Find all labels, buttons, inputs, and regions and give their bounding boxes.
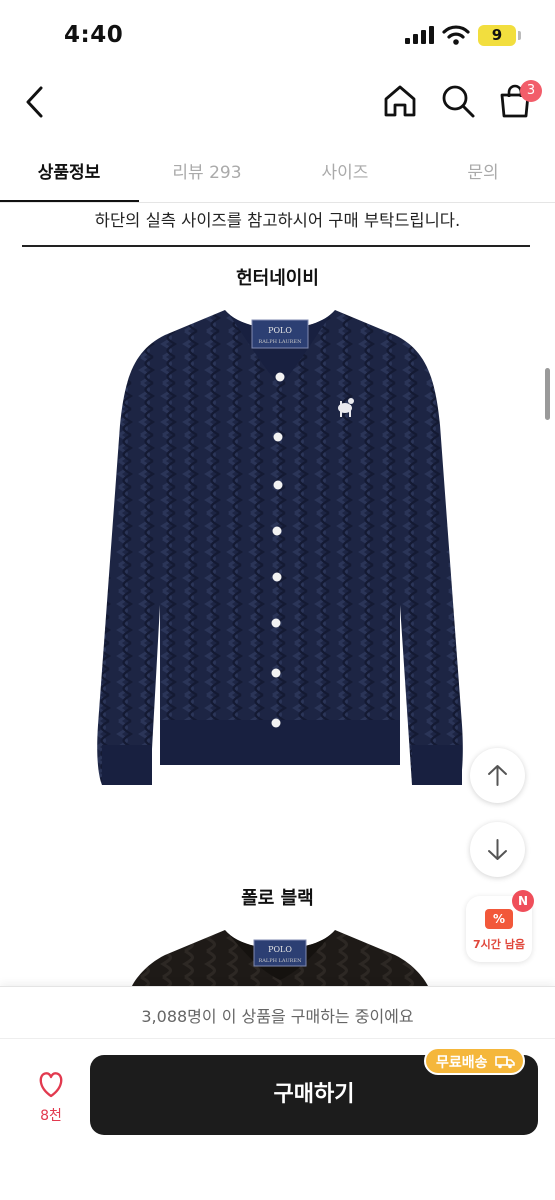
coupon-time-left: 7시간 남음 (473, 938, 525, 951)
scrollbar[interactable] (545, 368, 550, 420)
status-time: 4:40 (64, 22, 124, 48)
section-rule (22, 245, 530, 247)
scroll-top-button[interactable] (470, 748, 525, 803)
free-shipping-badge: 무료배송 (424, 1047, 526, 1075)
coupon-widget[interactable]: N % 7시간 남음 (466, 890, 534, 962)
search-icon[interactable] (440, 82, 476, 120)
tab-product-info[interactable]: 상품정보 (0, 158, 138, 183)
tab-bar: 상품정보 리뷰 293 사이즈 문의 (0, 148, 555, 204)
heart-icon (39, 1072, 63, 1098)
buyers-count-text: 3,088명이 이 상품을 구매하는 중이에요 (141, 1007, 414, 1026)
coupon-icon: % (485, 909, 513, 929)
arrow-up-icon (488, 765, 507, 786)
product-color-title: 헌터네이비 (236, 268, 319, 289)
label-brand: POLO (268, 326, 292, 335)
cart-count-badge: 3 (520, 80, 542, 102)
purchase-bar: 8천 구매하기 무료배송 (0, 1038, 555, 1200)
label-brand-sub: RALPH LAUREN (259, 339, 303, 345)
status-bar: 4:40 9 (0, 0, 555, 70)
battery-tip (518, 31, 521, 40)
battery-indicator: 9 (478, 25, 516, 46)
label-brand-2: POLO (268, 945, 292, 954)
tab-size[interactable]: 사이즈 (276, 158, 414, 183)
size-notice: 하단의 실측 사이즈를 참고하시어 구매 부탁드립니다. (94, 211, 461, 230)
like-count: 8천 (40, 1108, 62, 1124)
tab-inquiry[interactable]: 문의 (414, 158, 552, 183)
wifi-icon (442, 25, 470, 45)
black-cardigan-image: POLO RALPH LAUREN (132, 930, 428, 986)
scroll-bottom-button[interactable] (470, 822, 525, 877)
tab-reviews[interactable]: 리뷰 293 (138, 158, 276, 183)
buyers-bar: 3,088명이 이 상품을 구매하는 중이에요 (0, 986, 555, 1038)
new-badge: N (512, 890, 534, 912)
back-chevron-icon[interactable] (20, 82, 52, 122)
tabs-divider (0, 202, 555, 203)
arrow-down-icon (488, 839, 507, 860)
like-button[interactable]: 8천 (28, 1069, 74, 1125)
cellular-signal-icon (405, 26, 434, 44)
navy-cardigan-image: POLO RALPH LAUREN (97, 310, 463, 785)
home-icon[interactable] (382, 82, 418, 120)
free-shipping-label: 무료배송 (436, 1055, 488, 1071)
delivery-truck-icon (495, 1056, 516, 1069)
label-brand-sub-2: RALPH LAUREN (259, 958, 303, 964)
top-nav: 3 (0, 70, 555, 134)
